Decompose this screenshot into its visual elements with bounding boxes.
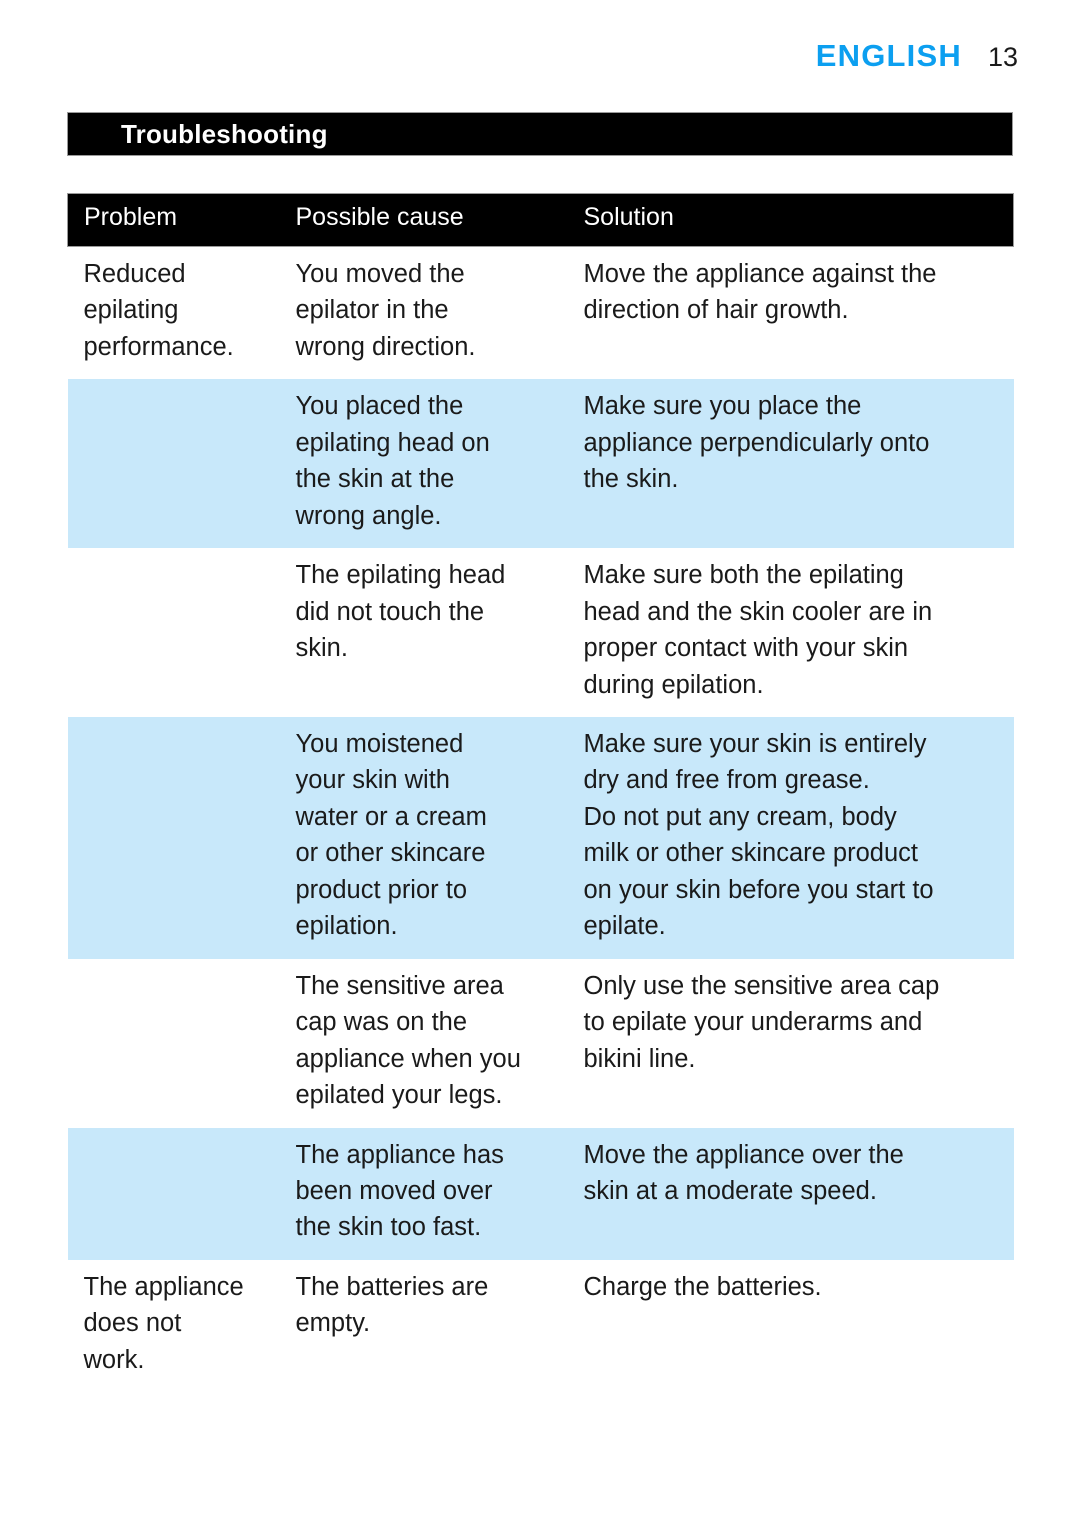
column-header-possible-cause-label: Possible cause — [295, 203, 464, 231]
cell-solution: Make sure your skin is entirely dry and … — [579, 716, 1014, 959]
page-header: ENGLISH 13 — [816, 40, 1018, 71]
cell-solution: Move the appliance against the direction… — [579, 246, 1014, 380]
cell-cause: The epilating head did not touch the ski… — [289, 548, 580, 717]
table-row: The sensitive area cap was on the applia… — [67, 958, 1014, 1128]
table-header-row: Problem Possible cause Solution — [67, 193, 1014, 247]
cell-solution: Only use the sensitive area cap to epila… — [579, 958, 1014, 1128]
cell-problem — [67, 1127, 290, 1260]
cell-problem — [67, 716, 290, 959]
page-title: Troubleshooting — [121, 118, 328, 149]
table-row: You placed the epilating head on the ski… — [67, 379, 1014, 549]
cell-problem — [67, 548, 290, 717]
table-header: Problem Possible cause Solution — [67, 193, 1014, 247]
column-header-problem: Problem — [67, 193, 290, 247]
cell-problem — [67, 958, 290, 1128]
cell-cause: You placed the epilating head on the ski… — [289, 379, 580, 549]
table-row: You moistened your skin with water or a … — [67, 716, 1014, 959]
table-body: Reduced epilating performance. You moved… — [67, 246, 1014, 1393]
cell-cause: The sensitive area cap was on the applia… — [289, 958, 580, 1128]
column-header-solution-label: Solution — [583, 203, 674, 231]
cell-cause: The appliance has been moved over the sk… — [289, 1127, 580, 1260]
cell-cause: The batteries are empty. — [289, 1259, 580, 1393]
cell-solution: Charge the batteries. — [579, 1259, 1014, 1393]
table-row: The appliance does not work. The batteri… — [67, 1259, 1014, 1393]
column-header-solution: Solution — [579, 193, 1014, 247]
table-row: The epilating head did not touch the ski… — [67, 548, 1014, 717]
cell-cause: You moved the epilator in the wrong dire… — [289, 246, 580, 380]
page-number: 13 — [987, 42, 1018, 72]
table-row: Reduced epilating performance. You moved… — [67, 246, 1014, 380]
cell-solution: Make sure both the epilating head and th… — [579, 548, 1014, 717]
cell-problem: The appliance does not work. — [67, 1259, 290, 1393]
cell-solution: Make sure you place the appliance perpen… — [579, 379, 1014, 549]
cell-solution: Move the appliance over the skin at a mo… — [579, 1127, 1014, 1260]
cell-problem — [67, 379, 290, 549]
troubleshooting-table: Problem Possible cause Solution Reduced … — [67, 193, 1014, 1393]
column-header-possible-cause: Possible cause — [289, 193, 580, 247]
language-label: ENGLISH — [815, 38, 962, 73]
column-header-problem-label: Problem — [84, 203, 178, 231]
cell-cause: You moistened your skin with water or a … — [289, 716, 580, 959]
cell-problem: Reduced epilating performance. — [67, 246, 290, 380]
section-title-bar: Troubleshooting — [67, 112, 1013, 156]
table-row: The appliance has been moved over the sk… — [67, 1127, 1014, 1260]
